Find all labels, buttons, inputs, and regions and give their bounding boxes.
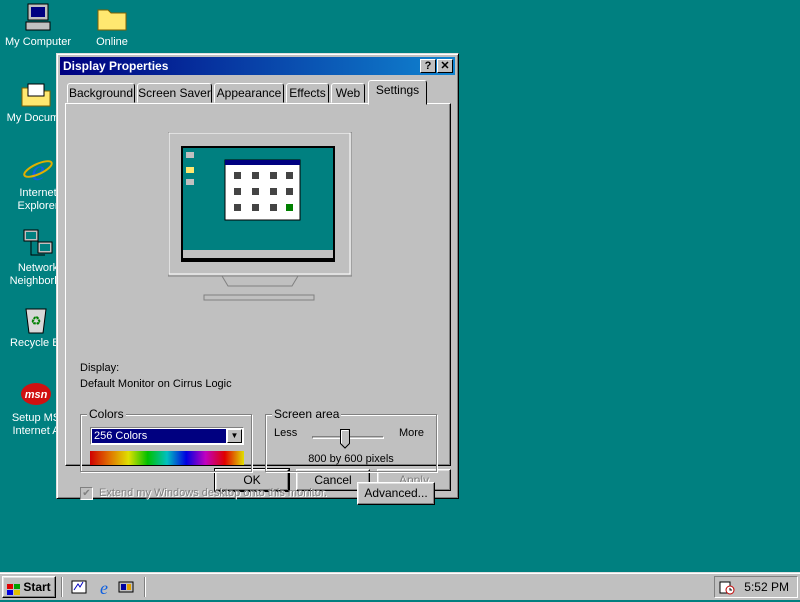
tab-appearance[interactable]: Appearance xyxy=(214,83,284,103)
msn-logo-text: msn xyxy=(25,389,48,401)
tab-settings[interactable]: Settings xyxy=(368,80,427,105)
quicklaunch-channels-icon[interactable] xyxy=(118,579,134,595)
slider-thumb[interactable] xyxy=(340,429,350,449)
start-label: Start xyxy=(23,580,51,594)
color-spectrum-bar xyxy=(90,451,244,465)
svg-text:e: e xyxy=(31,154,44,185)
resolution-slider[interactable] xyxy=(312,429,384,453)
more-label: More xyxy=(398,427,424,439)
clock[interactable]: 5:52 PM xyxy=(744,580,789,594)
screen-area-group-title: Screen area xyxy=(272,407,342,421)
quicklaunch-desktop-icon[interactable] xyxy=(71,579,87,595)
display-properties-window: Display Properties ? ✕ Background Screen… xyxy=(56,53,459,505)
title-bar[interactable]: Display Properties ? ✕ xyxy=(60,57,455,75)
tab-web[interactable]: Web xyxy=(331,83,365,103)
tab-effects[interactable]: Effects xyxy=(286,83,329,103)
scheduler-icon[interactable] xyxy=(719,579,735,595)
less-label: Less xyxy=(274,427,298,439)
computer-icon xyxy=(22,2,54,34)
taskbar-separator xyxy=(61,577,63,597)
tab-background[interactable]: Background xyxy=(67,83,135,103)
windows-logo-icon xyxy=(7,582,21,595)
monitor-preview xyxy=(167,131,353,304)
taskbar: Start e 5:52 PM xyxy=(0,572,800,600)
resolution-value: 800 by 600 pixels xyxy=(308,453,394,465)
msn-icon: msn xyxy=(20,378,52,410)
internet-explorer-icon: e xyxy=(22,153,54,187)
svg-text:e: e xyxy=(100,578,108,596)
quicklaunch-ie-icon[interactable]: e xyxy=(95,578,113,598)
close-button[interactable]: ✕ xyxy=(437,59,453,73)
display-value: Default Monitor on Cirrus Logic xyxy=(80,378,232,390)
desktop-icon-label: Online xyxy=(96,36,128,48)
tab-screen-saver[interactable]: Screen Saver xyxy=(137,83,212,103)
colors-dropdown-value: 256 Colors xyxy=(92,429,226,443)
settings-panel: Display: Default Monitor on Cirrus Logic… xyxy=(65,103,451,505)
online-folder-item[interactable]: Online xyxy=(74,2,150,49)
my-computer-icon-item[interactable]: My Computer xyxy=(0,2,76,49)
desktop-icon-label: My Computer xyxy=(4,36,72,48)
colors-dropdown[interactable]: 256 Colors ▼ xyxy=(90,427,244,445)
screen-area-group: Screen area Less More 800 by 600 pixels xyxy=(265,407,437,472)
svg-text:♻: ♻ xyxy=(31,314,42,328)
folder-icon xyxy=(96,2,128,34)
extend-desktop-label: Extend my Windows desktop onto this moni… xyxy=(99,487,328,499)
window-title: Display Properties xyxy=(63,59,169,73)
start-button[interactable]: Start xyxy=(2,576,56,598)
advanced-button[interactable]: Advanced... xyxy=(357,482,435,505)
colors-group: Colors 256 Colors ▼ xyxy=(80,407,252,472)
colors-group-title: Colors xyxy=(87,407,126,421)
system-tray: 5:52 PM xyxy=(714,576,798,598)
display-label: Display: xyxy=(80,362,120,374)
documents-folder-icon xyxy=(20,78,52,110)
recycle-bin-icon: ♻ xyxy=(20,303,52,335)
taskbar-separator xyxy=(144,577,146,597)
chevron-down-icon[interactable]: ▼ xyxy=(227,429,242,443)
network-icon xyxy=(22,228,54,260)
help-button[interactable]: ? xyxy=(420,59,436,73)
extend-desktop-checkbox[interactable]: ✔ xyxy=(80,487,93,500)
